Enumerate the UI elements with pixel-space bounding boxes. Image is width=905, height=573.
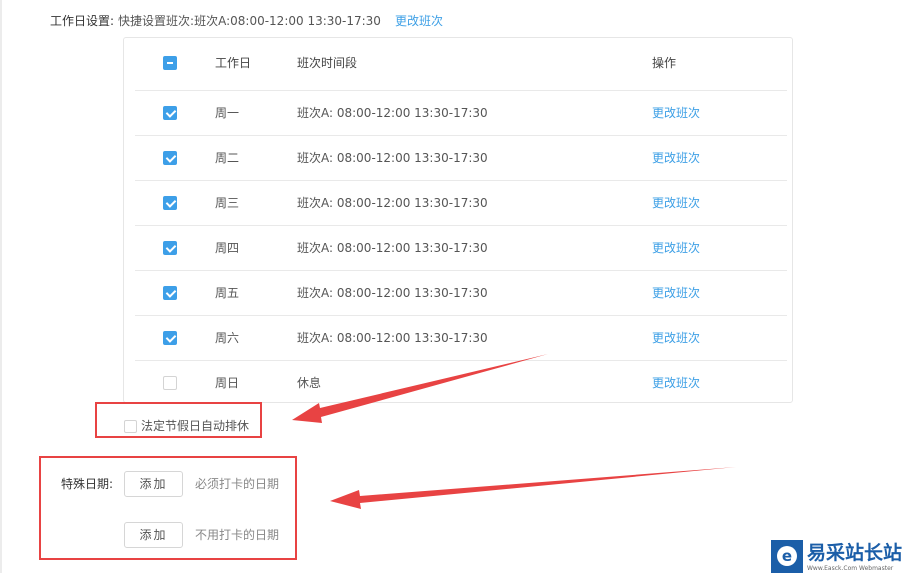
add-must-clock-date-button[interactable]: 添加 [124,471,183,497]
row-day: 周五 [215,286,240,300]
row-change-shift-link[interactable]: 更改班次 [652,361,700,406]
watermark-e-icon: e [771,540,803,573]
watermark-subtitle: Www.Easck.Com Webmaster [807,565,894,572]
row-day: 周四 [215,241,240,255]
change-shift-link[interactable]: 更改班次 [395,12,443,29]
table-header-row: 工作日 班次时间段 操作 [135,41,787,86]
must-clock-hint: 必须打卡的日期 [195,477,280,491]
row-shift: 班次A: 08:00-12:00 13:30-17:30 [297,106,488,120]
row-change-shift-link[interactable]: 更改班次 [652,181,700,226]
row-change-shift-link[interactable]: 更改班次 [652,136,700,181]
row-change-shift-link[interactable]: 更改班次 [652,271,700,316]
row-change-shift-link[interactable]: 更改班次 [652,316,700,361]
quick-shift-text: 快捷设置班次:班次A:08:00-12:00 13:30-17:30 [118,13,381,28]
no-clock-hint: 不用打卡的日期 [195,528,280,542]
row-day: 周三 [215,196,240,210]
special-dates-label: 特殊日期: [61,477,114,491]
row-day: 周日 [215,376,240,390]
add-no-clock-date-button[interactable]: 添加 [124,522,183,548]
row-checkbox[interactable] [163,331,177,345]
header-shift: 班次时间段 [297,56,358,70]
row-shift: 休息 [297,376,322,390]
header-workday: 工作日 [215,56,252,70]
workday-setting-label: 工作日设置: [50,13,115,28]
row-checkbox[interactable] [163,151,177,165]
row-day: 周一 [215,106,240,120]
arrow-to-special-dates [330,467,736,509]
table-row: 周日 休息 更改班次 [135,360,787,406]
header-action: 操作 [652,56,677,70]
row-shift: 班次A: 08:00-12:00 13:30-17:30 [297,151,488,165]
row-shift: 班次A: 08:00-12:00 13:30-17:30 [297,286,488,300]
table-row: 周二 班次A: 08:00-12:00 13:30-17:30 更改班次 [135,135,787,181]
row-shift: 班次A: 08:00-12:00 13:30-17:30 [297,196,488,210]
workday-table: 工作日 班次时间段 操作 周一 班次A: 08:00-12:00 13:30-1… [123,37,793,403]
table-row: 周一 班次A: 08:00-12:00 13:30-17:30 更改班次 [135,90,787,136]
left-border [0,0,2,573]
table-row: 周六 班次A: 08:00-12:00 13:30-17:30 更改班次 [135,315,787,361]
holiday-auto-rest-checkbox[interactable] [124,420,137,433]
row-checkbox[interactable] [163,286,177,300]
row-change-shift-link[interactable]: 更改班次 [652,226,700,271]
row-shift: 班次A: 08:00-12:00 13:30-17:30 [297,241,488,255]
row-checkbox[interactable] [163,241,177,255]
select-all-checkbox[interactable] [163,56,177,70]
watermark-name: 易采站长站 [807,542,903,564]
select-all-cell [163,41,177,86]
row-checkbox[interactable] [163,106,177,120]
workday-setting-row: 工作日设置: 快捷设置班次:班次A:08:00-12:00 13:30-17:3… [50,12,443,28]
row-day: 周二 [215,151,240,165]
table-row: 周四 班次A: 08:00-12:00 13:30-17:30 更改班次 [135,225,787,271]
row-checkbox[interactable] [163,376,177,390]
watermark-logo: e 易采站长站 Www.Easck.Com Webmaster [771,540,905,573]
row-shift: 班次A: 08:00-12:00 13:30-17:30 [297,331,488,345]
holiday-auto-rest-label[interactable]: 法定节假日自动排休 [141,418,249,434]
table-row: 周五 班次A: 08:00-12:00 13:30-17:30 更改班次 [135,270,787,316]
row-change-shift-link[interactable]: 更改班次 [652,91,700,136]
row-day: 周六 [215,331,240,345]
row-checkbox[interactable] [163,196,177,210]
table-row: 周三 班次A: 08:00-12:00 13:30-17:30 更改班次 [135,180,787,226]
